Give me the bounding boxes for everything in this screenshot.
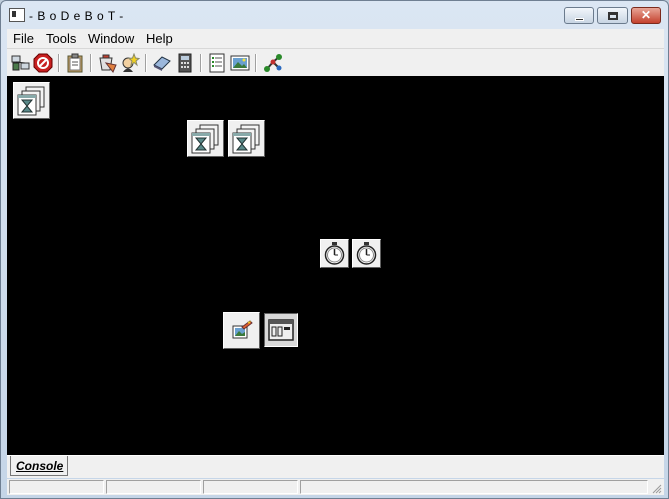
status-pane <box>106 480 201 494</box>
hourglass-window-icon[interactable] <box>228 120 265 157</box>
calculator-icon[interactable] <box>175 53 195 73</box>
clipboard-icon[interactable] <box>65 53 85 73</box>
stop-sign-icon[interactable] <box>33 53 53 73</box>
status-pane <box>9 480 104 494</box>
tab-bar: Console <box>7 455 664 478</box>
edit-picture-icon[interactable] <box>223 312 260 349</box>
stopwatch-icon[interactable] <box>352 239 381 268</box>
toolbar-separator <box>200 54 202 72</box>
counter-display-icon[interactable] <box>264 313 298 347</box>
wizard-icon[interactable] <box>120 52 141 73</box>
status-pane <box>300 480 648 494</box>
stopwatch-icon[interactable] <box>320 239 349 268</box>
status-bar <box>7 479 664 495</box>
window-title: - B o D e B o T - <box>29 9 124 23</box>
hourglass-window-icon[interactable] <box>187 120 224 157</box>
paint-bucket-icon[interactable] <box>97 53 117 73</box>
menu-window[interactable]: Window <box>88 31 134 46</box>
picture-icon[interactable] <box>230 53 250 73</box>
minimize-button[interactable] <box>564 7 594 24</box>
toolbar-separator <box>145 54 147 72</box>
hourglass-window-icon[interactable] <box>13 82 50 119</box>
menu-tools[interactable]: Tools <box>46 31 76 46</box>
title-bar[interactable]: - B o D e B o T - <box>1 1 668 29</box>
toolbar-separator <box>255 54 257 72</box>
toolbar-separator <box>58 54 60 72</box>
menu-help[interactable]: Help <box>146 31 173 46</box>
close-button[interactable] <box>631 7 661 24</box>
toolbar-separator <box>90 54 92 72</box>
molecule-icon[interactable] <box>263 53 283 73</box>
app-icon[interactable] <box>9 8 25 22</box>
network-computers-icon[interactable] <box>11 53 31 73</box>
resize-grip-icon[interactable] <box>652 482 662 494</box>
tab-console[interactable]: Console <box>10 456 68 476</box>
document-list-icon[interactable] <box>207 53 227 73</box>
desktop-area[interactable] <box>7 76 664 455</box>
maximize-button[interactable] <box>597 7 628 24</box>
main-window: - B o D e B o T - File Tools Window Help <box>0 0 669 499</box>
status-pane <box>203 480 298 494</box>
menu-bar: File Tools Window Help <box>7 29 664 48</box>
toolbar <box>7 48 664 76</box>
menu-file[interactable]: File <box>13 31 34 46</box>
eraser-icon[interactable] <box>152 53 172 73</box>
